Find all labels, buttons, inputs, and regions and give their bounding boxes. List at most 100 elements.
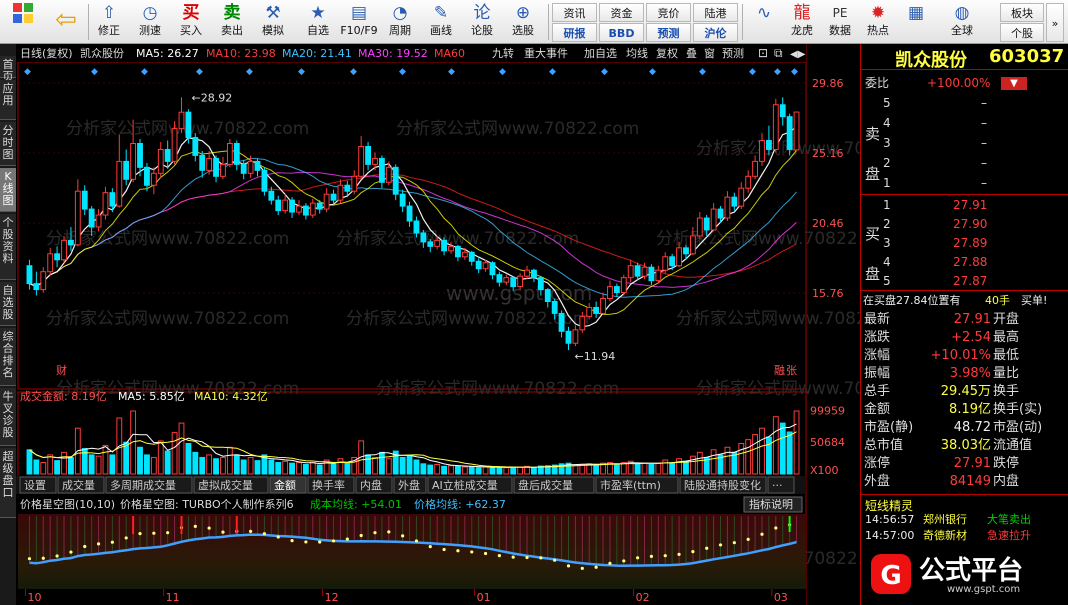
volume-bar[interactable] <box>309 462 316 475</box>
volume-bar[interactable] <box>88 454 95 475</box>
volume-bar[interactable] <box>752 434 758 475</box>
left-tab-2[interactable]: 分时图 <box>0 122 16 166</box>
kline-chart-area[interactable]: 分析家公式网www.70822.com 分析家公式网www.70822.com 分析… <box>16 44 939 605</box>
candle-body[interactable] <box>759 140 765 162</box>
indicator-tab[interactable]: 多周期成交量 <box>110 478 176 492</box>
candle-body[interactable] <box>558 312 565 332</box>
candle-body[interactable] <box>323 193 330 210</box>
candle-body[interactable] <box>351 175 358 192</box>
volume-bar[interactable] <box>489 467 496 475</box>
sell-row[interactable]: 3– <box>861 134 1068 153</box>
auction-button[interactable]: 竞价 <box>646 3 691 22</box>
indicator-tab[interactable]: 陆股通持股变化 <box>684 478 761 492</box>
chart-header-button[interactable]: 叠 <box>686 47 697 60</box>
volume-bar[interactable] <box>192 451 199 475</box>
simulate-button[interactable]: ⚒ 模拟 <box>254 2 292 42</box>
candle-body[interactable] <box>226 143 233 165</box>
event-diamond-icon[interactable]: ◆ <box>24 67 31 77</box>
candle-body[interactable] <box>475 260 482 270</box>
candle-body[interactable] <box>620 277 627 294</box>
lock-icon[interactable]: ⊡ <box>758 46 768 60</box>
candle-body[interactable] <box>164 148 171 162</box>
indicator-tab[interactable]: 设置 <box>24 479 46 492</box>
indicator-tab[interactable]: 成交量 <box>62 478 95 492</box>
candle-body[interactable] <box>109 192 116 207</box>
candle-body[interactable] <box>372 157 378 165</box>
volume-bar[interactable] <box>461 466 468 475</box>
indicator-tab[interactable]: ··· <box>772 479 783 492</box>
chart-header-button[interactable]: 预测 <box>722 47 744 60</box>
volume-bar[interactable] <box>738 442 745 475</box>
candle-body[interactable] <box>233 143 240 165</box>
news-button[interactable]: 资讯 <box>552 3 597 22</box>
indicator-help-button[interactable]: 指标说明 <box>749 497 793 511</box>
candle-body[interactable] <box>116 160 123 207</box>
candle-body[interactable] <box>309 202 316 216</box>
candle-body[interactable] <box>102 192 109 216</box>
sell-row[interactable]: 1– <box>861 174 1068 193</box>
volume-bar[interactable] <box>54 460 61 475</box>
candle-body[interactable] <box>745 175 752 189</box>
data-button[interactable]: PE 数据 <box>822 2 858 42</box>
volume-bar[interactable] <box>337 458 344 475</box>
candle-body[interactable] <box>178 111 185 130</box>
candle-body[interactable] <box>130 143 137 180</box>
sh-london-button[interactable]: 沪伦 <box>693 23 738 42</box>
chart-icon-button[interactable]: ∿ <box>746 2 782 42</box>
sell-row[interactable]: 2– <box>861 154 1068 173</box>
candle-body[interactable] <box>33 283 40 291</box>
candle-body[interactable] <box>662 256 669 271</box>
candle-body[interactable] <box>455 245 461 258</box>
volume-bar[interactable] <box>448 465 454 475</box>
volume-bar[interactable] <box>157 440 164 475</box>
forum-button[interactable]: 论论股 <box>463 2 501 42</box>
candle-body[interactable] <box>703 217 710 231</box>
volume-bar[interactable] <box>226 446 233 475</box>
candle-body[interactable] <box>510 277 517 288</box>
candle-body[interactable] <box>641 266 648 277</box>
volume-bar[interactable] <box>683 460 689 475</box>
volume-bar[interactable] <box>171 432 178 475</box>
candle-body[interactable] <box>296 205 302 213</box>
candle-body[interactable] <box>793 111 800 151</box>
bbd-button[interactable]: BBD <box>599 23 644 42</box>
candle-body[interactable] <box>302 205 309 216</box>
cai-marker[interactable]: 财 <box>56 363 67 377</box>
indicator-tab[interactable]: 换手率 <box>312 478 345 492</box>
volume-bar[interactable] <box>150 456 157 475</box>
candle-body[interactable] <box>275 199 282 212</box>
rong-marker[interactable]: 融 <box>774 364 785 377</box>
volume-bar[interactable] <box>772 416 779 475</box>
volume-bar[interactable] <box>164 450 171 475</box>
volume-bar[interactable] <box>406 455 413 475</box>
candle-body[interactable] <box>150 172 157 186</box>
fix-button[interactable]: ⇧ 修正 <box>90 2 128 42</box>
candle-body[interactable] <box>696 217 703 237</box>
candle-body[interactable] <box>268 190 275 201</box>
candle-body[interactable] <box>220 163 226 177</box>
candle-body[interactable] <box>765 140 772 150</box>
candle-body[interactable] <box>68 239 74 246</box>
candle-body[interactable] <box>157 148 164 174</box>
watchlist-button[interactable]: ★ 自选 <box>299 2 337 42</box>
candle-body[interactable] <box>192 137 199 156</box>
volume-bar[interactable] <box>413 459 420 475</box>
volume-bar[interactable] <box>102 444 109 475</box>
volume-bar[interactable] <box>399 456 406 475</box>
chart-header-button[interactable]: 均线 <box>626 46 648 60</box>
event-diamond-icon[interactable]: ◆ <box>601 67 608 77</box>
volume-bar[interactable] <box>434 463 441 475</box>
toolbar-more-button[interactable]: » <box>1046 3 1064 42</box>
candle-body[interactable] <box>655 269 662 282</box>
volume-bar[interactable] <box>33 459 40 475</box>
candle-body[interactable] <box>282 199 289 212</box>
candle-body[interactable] <box>123 160 130 180</box>
left-tab-5[interactable]: 自选股 <box>0 282 16 326</box>
indicator-tab[interactable]: 内盘 <box>360 478 382 492</box>
candle-body[interactable] <box>185 111 192 139</box>
candle-body[interactable] <box>496 274 503 283</box>
event-diamond-icon[interactable]: ◆ <box>448 67 455 77</box>
candle-body[interactable] <box>385 166 392 183</box>
left-tab-3[interactable]: K线图 <box>0 168 16 212</box>
volume-bar[interactable] <box>144 454 150 475</box>
